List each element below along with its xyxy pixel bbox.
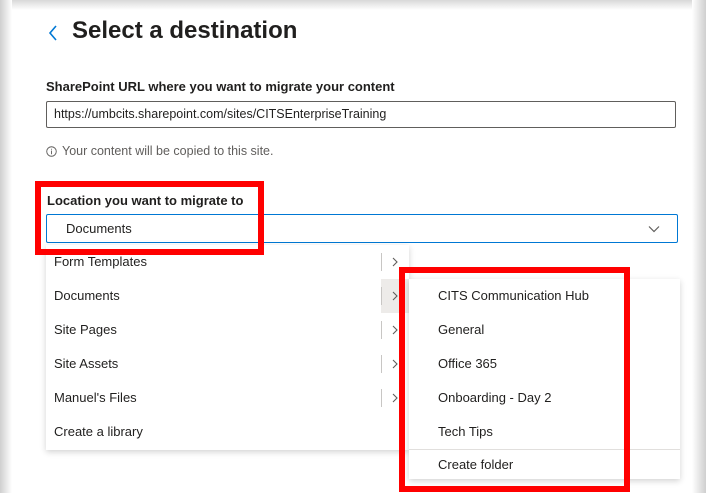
window-shadow-left <box>0 0 12 493</box>
info-note: Your content will be copied to this site… <box>46 144 273 158</box>
create-library-label: Create a library <box>54 424 143 439</box>
menu-split-divider <box>381 389 382 407</box>
chevron-right-icon[interactable] <box>392 393 398 403</box>
sharepoint-url-label: SharePoint URL where you want to migrate… <box>46 79 395 94</box>
library-menu-item-label: Form Templates <box>54 254 147 269</box>
library-menu-item-label: Documents <box>54 288 120 303</box>
highlight-box-folders <box>399 267 630 492</box>
create-library-item[interactable]: Create a library <box>46 415 409 449</box>
window-shadow-top <box>0 0 706 10</box>
chevron-right-icon[interactable] <box>392 257 398 267</box>
chevron-right-icon[interactable] <box>392 359 398 369</box>
menu-split-divider <box>381 355 382 373</box>
library-menu-item-label: Manuel's Files <box>54 390 137 405</box>
info-icon <box>46 145 57 157</box>
library-menu-item-label: Site Pages <box>54 322 117 337</box>
menu-split-divider <box>381 321 382 339</box>
library-menu-item[interactable]: Site Assets <box>46 347 409 381</box>
library-menu-item[interactable]: Documents <box>46 279 409 313</box>
sharepoint-url-input[interactable]: https://umbcits.sharepoint.com/sites/CIT… <box>46 101 676 128</box>
library-menu-item[interactable]: Site Pages <box>46 313 409 347</box>
library-menu-item-label: Site Assets <box>54 356 119 371</box>
chevron-down-icon[interactable] <box>648 225 660 233</box>
library-menu: Form Templates Documents Site Pages Site… <box>46 245 409 450</box>
window-shadow-right <box>692 0 706 493</box>
page-title: Select a destination <box>72 17 298 44</box>
chevron-right-icon[interactable] <box>392 291 398 301</box>
info-note-text: Your content will be copied to this site… <box>62 144 274 158</box>
menu-split-divider <box>381 287 382 305</box>
highlight-box-location <box>35 181 264 255</box>
menu-split-divider <box>381 253 382 271</box>
chevron-left-icon[interactable] <box>46 22 60 44</box>
chevron-right-icon[interactable] <box>392 325 398 335</box>
library-menu-item[interactable]: Manuel's Files <box>46 381 409 415</box>
